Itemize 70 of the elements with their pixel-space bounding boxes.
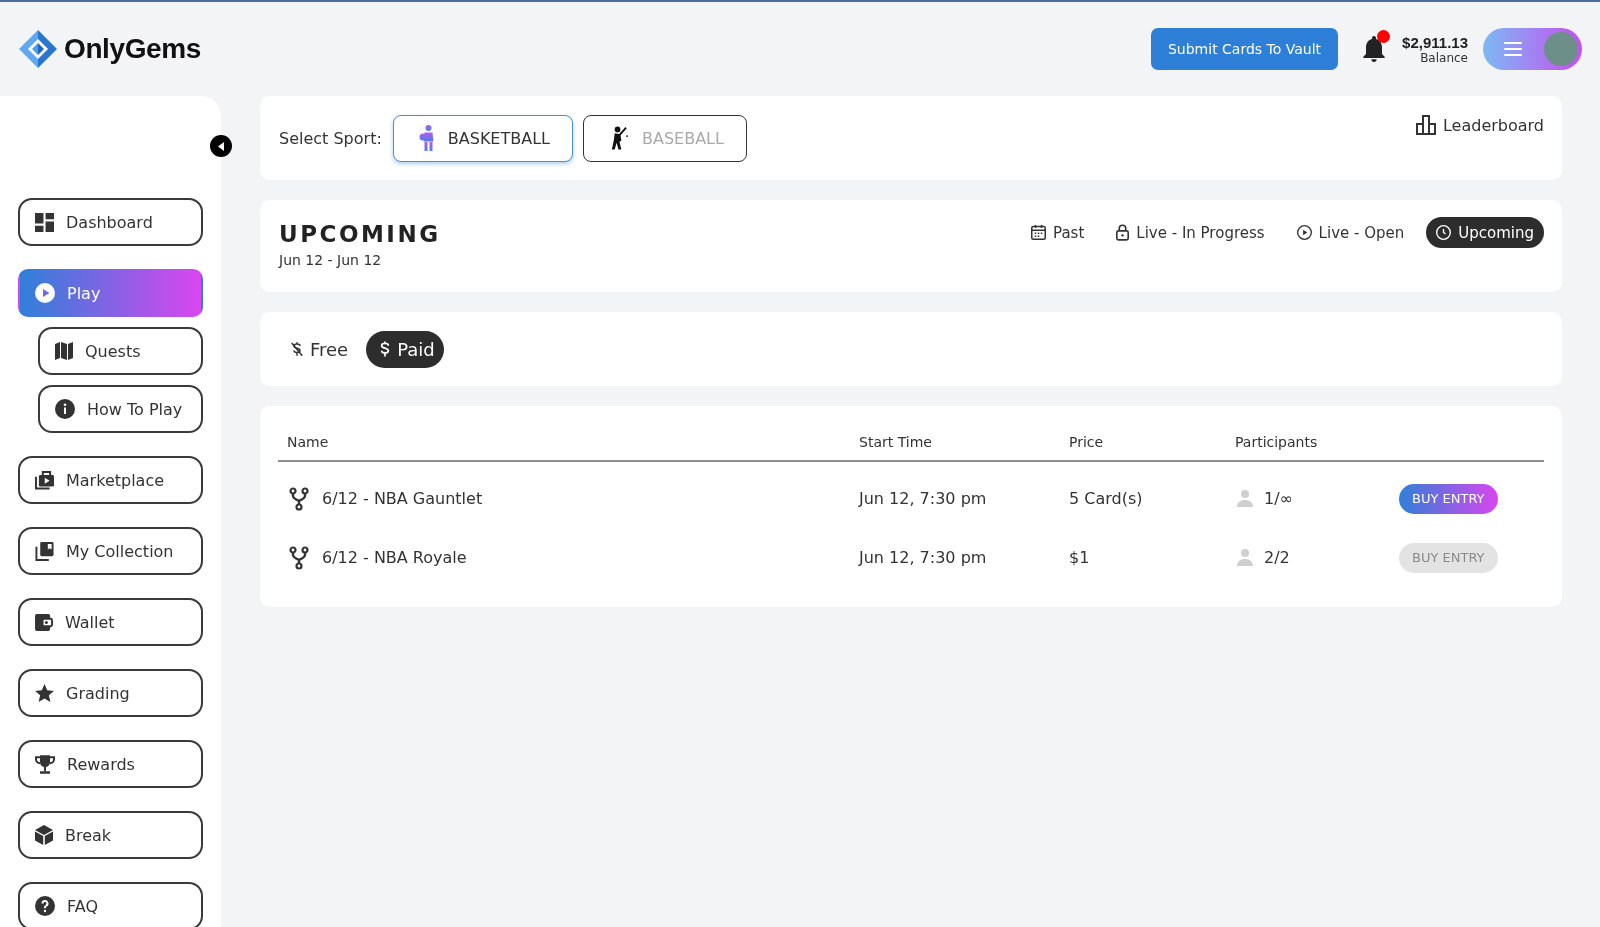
collapse-button[interactable] (210, 135, 232, 157)
star-icon (35, 684, 54, 702)
status-tab[interactable]: Live - Open (1286, 217, 1415, 248)
calendar-icon (1031, 225, 1047, 240)
balance-amount: $2,911.13 (1402, 33, 1468, 51)
sport-label: Select Sport: (279, 128, 382, 148)
sport-tab[interactable]: BASKETBALL (392, 114, 573, 162)
status-tab[interactable]: Upcoming (1426, 217, 1544, 248)
status-tab[interactable]: Past (1021, 217, 1095, 248)
stacked-cards-icon (35, 541, 54, 561)
table-cell: 1/∞ (1264, 489, 1293, 508)
info-icon (55, 399, 75, 419)
table-cell-text: $1 (1068, 548, 1091, 567)
buy-entry-button[interactable]: BUY ENTRY (1399, 483, 1498, 514)
sidebar-item[interactable]: Wallet (18, 598, 203, 646)
entry-type-tab[interactable]: Free (277, 330, 358, 368)
column-header: Name (286, 434, 330, 450)
wallet-icon (35, 613, 53, 631)
status-tab[interactable]: Live - In Progress (1106, 217, 1275, 248)
sidebar-item[interactable]: My Collection (18, 527, 203, 575)
balance-label: Balance (1420, 50, 1468, 65)
sidebar-item[interactable]: Quests (38, 327, 203, 375)
sidebar-item[interactable]: FAQ (18, 882, 203, 927)
column-header: Participants (1234, 434, 1319, 450)
entry-type-tab[interactable]: Paid (366, 330, 444, 368)
trophy-icon (35, 754, 55, 774)
dashboard-icon (35, 212, 54, 232)
sidebar-item[interactable]: Break (18, 811, 203, 859)
table-cell: 6/12 - NBA Royale (322, 548, 467, 567)
person-icon (1237, 490, 1253, 507)
play-circle-icon (35, 283, 55, 303)
caret-left-icon (218, 141, 224, 151)
logo-text: OnlyGems (64, 33, 201, 65)
person-icon (1237, 549, 1253, 566)
map-icon (55, 342, 73, 360)
clock-icon (1436, 225, 1452, 240)
sidebar-item[interactable]: Marketplace (18, 456, 203, 504)
sidebar-item[interactable]: How To Play (38, 385, 203, 433)
no-dollar-icon (291, 341, 303, 357)
sidebar-item[interactable]: Rewards (18, 740, 203, 788)
table-cell-text: 5 Card(s) (1068, 489, 1144, 508)
menu-icon (1504, 42, 1522, 56)
submit-button[interactable]: Submit Cards To Vault (1150, 28, 1339, 70)
cube-icon (35, 825, 53, 845)
table-cell-text: Jun 12, 7:30 pm (857, 489, 988, 508)
leaderboard-link[interactable]: Leaderboard (1415, 115, 1544, 135)
column-header: Start Time (858, 434, 933, 450)
batter-icon (609, 125, 628, 151)
branch-icon (289, 486, 309, 511)
menu-button[interactable] (1483, 28, 1582, 70)
diamond-logo-icon (18, 29, 58, 69)
dollar-icon (380, 341, 391, 357)
briefcase-icon (35, 470, 54, 490)
table-cell: 2/2 (1264, 548, 1290, 567)
lock-icon (1116, 224, 1130, 241)
bell-icon (1363, 36, 1386, 62)
table-cell: 6/12 - NBA Gauntlet (322, 489, 483, 508)
play-circle-icon (1296, 225, 1312, 240)
podium-icon (1415, 115, 1436, 135)
table-cell-text: Jun 12, 7:30 pm (857, 548, 988, 567)
basketball-player-icon (418, 125, 434, 151)
sidebar-item[interactable]: Play (18, 269, 203, 317)
column-header: Price (1068, 434, 1105, 450)
avatar-icon (1544, 32, 1578, 66)
sidebar-item[interactable]: Grading (18, 669, 203, 717)
date-range: Jun 12 - Jun 12 (279, 252, 383, 268)
sidebar-item[interactable]: Dashboard (18, 198, 203, 246)
branch-icon (289, 545, 309, 570)
question-icon (35, 896, 55, 916)
section-title: UPCOMING (279, 220, 441, 248)
